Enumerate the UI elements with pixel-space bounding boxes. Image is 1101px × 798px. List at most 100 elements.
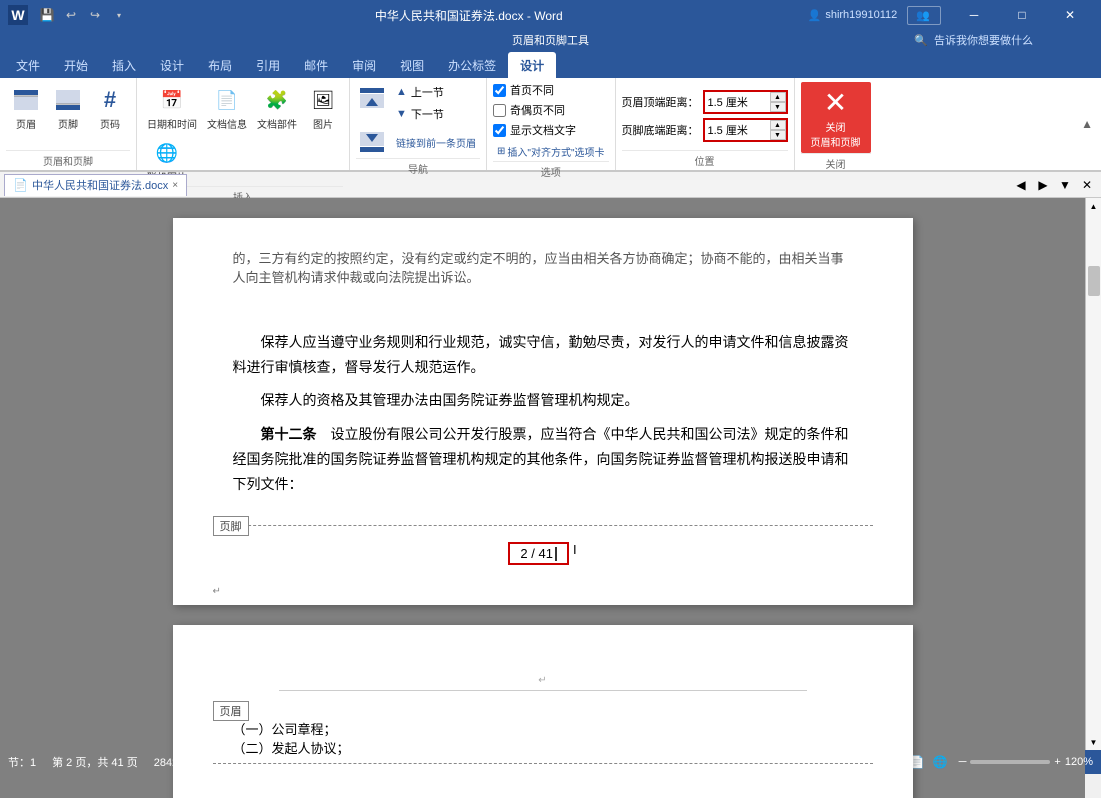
page-number-button[interactable]: # 页码 — [90, 82, 130, 150]
header-top-distance-label: 页眉顶端距离： — [622, 94, 699, 110]
footer-bottom-distance-label: 页脚底端距离： — [622, 122, 699, 138]
close-button[interactable]: ✕ — [1047, 0, 1093, 30]
file-name: 中华人民共和国证券法.docx — [375, 9, 524, 23]
tab-reference[interactable]: 引用 — [244, 52, 292, 78]
share-button[interactable]: 👥 — [907, 6, 941, 25]
tab-mail[interactable]: 邮件 — [292, 52, 340, 78]
minimize-button[interactable]: ─ — [951, 0, 997, 30]
tab-layout[interactable]: 布局 — [196, 52, 244, 78]
ribbon-expand-btn[interactable]: ▲ — [1081, 78, 1101, 170]
first-page-diff-input[interactable] — [493, 84, 506, 97]
zoom-in-button[interactable]: + — [1054, 756, 1060, 768]
ribbon-tabs: 文件 开始 插入 设计 布局 引用 邮件 审阅 视图 办公标签 设计 — [0, 50, 1101, 78]
tab-review[interactable]: 审阅 — [340, 52, 388, 78]
picture-button[interactable]: 🖼 图片 — [303, 82, 343, 133]
nav-top-row: ▲ 上一节 ▼ 下一节 — [356, 82, 480, 124]
footer-bottom-input-group: ▲ ▼ — [703, 118, 788, 142]
header-top-spin-down[interactable]: ▼ — [770, 102, 786, 112]
page-1-content: 保荐人应当遵守业务规则和行业规范，诚实守信，勤勉尽责，对发行人的申请文件和信息披… — [173, 290, 913, 525]
footer-bottom-area: ↵ — [213, 575, 873, 605]
nav-link-row: 链接到前一条页眉 — [392, 126, 480, 158]
doc-nav-left[interactable]: ◀ — [1011, 175, 1031, 195]
header-button[interactable]: 页眉 — [6, 82, 46, 150]
prev-section-label: 上一节 — [411, 84, 444, 100]
header-icon — [10, 84, 42, 116]
odd-even-diff-checkbox[interactable]: 奇偶页不同 — [493, 102, 609, 118]
docinfo-icon: 📄 — [211, 84, 243, 116]
insert-align-tab-button[interactable]: ⊞ 插入"对齐方式"选项卡 — [493, 142, 609, 161]
insert-align-tab-label: 插入"对齐方式"选项卡 — [507, 144, 604, 159]
footer-bottom-distance-row: 页脚底端距离： ▲ ▼ — [622, 118, 788, 142]
zoom-level-text: 120% — [1065, 756, 1093, 768]
document-main-area[interactable]: 的，三方有约定的按照约定，没有约定或约定不明的，应当由相关各方协商确定；协商不能… — [0, 198, 1085, 798]
scroll-track[interactable] — [1086, 214, 1101, 734]
document-page-2: ↵ 页眉 （一）公司章程； （二）发起人协议； — [173, 625, 913, 798]
tab-design1[interactable]: 设计 — [148, 52, 196, 78]
title-bar-right: 👤 shirh19910112 👥 ─ □ ✕ — [808, 0, 1093, 30]
page-number-icon: # — [94, 84, 126, 116]
ribbon-expand-icon: ▲ — [1081, 117, 1093, 131]
ribbon-group-header-footer: 页眉 页脚 # 页码 页眉和页脚 — [0, 78, 137, 170]
context-tool-label: 页眉和页脚工具 — [482, 30, 619, 50]
doc-tab-expand[interactable]: ▼ — [1055, 175, 1075, 195]
datetime-button[interactable]: 📅 日期和时间 — [143, 82, 201, 133]
prev-section-button[interactable]: ▲ 上一节 — [392, 82, 448, 102]
zoom-slider[interactable] — [970, 760, 1050, 764]
tab-view[interactable]: 视图 — [388, 52, 436, 78]
word-icon: W — [8, 5, 28, 25]
document-area-wrapper: 的，三方有约定的按照约定，没有约定或约定不明的，应当由相关各方协商确定；协商不能… — [0, 198, 1101, 750]
user-name: shirh19910112 — [825, 9, 897, 21]
continuation-arrow: ↵ — [538, 675, 546, 686]
show-doc-text-checkbox[interactable]: 显示文档文字 — [493, 122, 609, 138]
close-header-footer-button[interactable]: ✕ 关闭 页眉和页脚 — [801, 82, 871, 153]
ribbon-group-navigation: ▲ 上一节 ▼ 下一节 链接到前一条页眉 导航 — [350, 78, 487, 170]
header-label: 页眉 — [16, 116, 36, 131]
title-bar: W 💾 ↩ ↪ ▾ 中华人民共和国证券法.docx - Word 👤 shirh… — [0, 0, 1101, 30]
docinfo-button[interactable]: 📄 文档信息 — [203, 82, 251, 133]
scroll-thumb[interactable] — [1088, 266, 1100, 296]
ribbon-group-position: 页眉顶端距离： ▲ ▼ 页脚底端距离： ▲ ▼ — [616, 78, 795, 170]
footer-bottom-spin-up[interactable]: ▲ — [770, 120, 786, 130]
footer-bottom-spin-down[interactable]: ▼ — [770, 130, 786, 140]
next-section-button[interactable]: ▼ 下一节 — [392, 104, 448, 124]
group-label-position: 位置 — [622, 150, 788, 168]
doc-nav-right[interactable]: ▶ — [1033, 175, 1053, 195]
tab-start[interactable]: 开始 — [52, 52, 100, 78]
ribbon-body: 页眉 页脚 # 页码 页眉和页脚 📅 日期和时间 📄 文档信息 — [0, 78, 1101, 172]
save-btn[interactable]: 💾 — [36, 4, 58, 26]
page-2-continuation-marker: ↵ — [233, 655, 853, 690]
doc-icon: 📄 — [13, 178, 28, 192]
first-page-diff-checkbox[interactable]: 首页不同 — [493, 82, 609, 98]
status-bar-right: 📖 📄 🌐 ─ + 120% — [884, 755, 1093, 769]
zoom-out-button[interactable]: ─ — [959, 756, 967, 768]
scroll-up-button[interactable]: ▲ — [1086, 198, 1101, 214]
tab-design2[interactable]: 设计 — [508, 52, 556, 78]
redo-btn[interactable]: ↪ — [84, 4, 106, 26]
header-top-distance-input[interactable] — [705, 92, 770, 112]
link-to-prev-button[interactable]: 链接到前一条页眉 — [392, 133, 480, 152]
tab-file[interactable]: 文件 — [4, 52, 52, 78]
scroll-down-button[interactable]: ▼ — [1086, 734, 1101, 750]
header-top-spin-up[interactable]: ▲ — [770, 92, 786, 102]
page-number-box[interactable]: 2 / 41 — [508, 542, 569, 565]
doc-tab-main[interactable]: 📄 中华人民共和国证券法.docx × — [4, 174, 187, 196]
tab-insert[interactable]: 插入 — [100, 52, 148, 78]
nav-bottom-row: 链接到前一条页眉 — [356, 126, 480, 158]
undo-btn[interactable]: ↩ — [60, 4, 82, 26]
doc-tab-close-btn[interactable]: × — [172, 180, 178, 191]
vertical-scrollbar[interactable]: ▲ ▼ — [1085, 198, 1101, 750]
docparts-button[interactable]: 🧩 文档部件 — [253, 82, 301, 133]
customize-btn[interactable]: ▾ — [108, 4, 130, 26]
footer-button[interactable]: 页脚 — [48, 82, 88, 150]
doc-close-all[interactable]: ✕ — [1077, 175, 1097, 195]
prev-section-icon: ▲ — [396, 86, 407, 98]
tab-office[interactable]: 办公标签 — [436, 52, 508, 78]
footer-icon — [52, 84, 84, 116]
web-view-button[interactable]: 🌐 — [930, 755, 951, 769]
odd-even-diff-input[interactable] — [493, 104, 506, 117]
header-dashed-area: 页眉 （一）公司章程； （二）发起人协议； — [213, 701, 873, 764]
restore-button[interactable]: □ — [999, 0, 1045, 30]
footer-bottom-distance-input[interactable] — [705, 120, 770, 140]
show-doc-text-input[interactable] — [493, 124, 506, 137]
search-placeholder[interactable]: 告诉我你想要做什么 — [934, 32, 1033, 48]
